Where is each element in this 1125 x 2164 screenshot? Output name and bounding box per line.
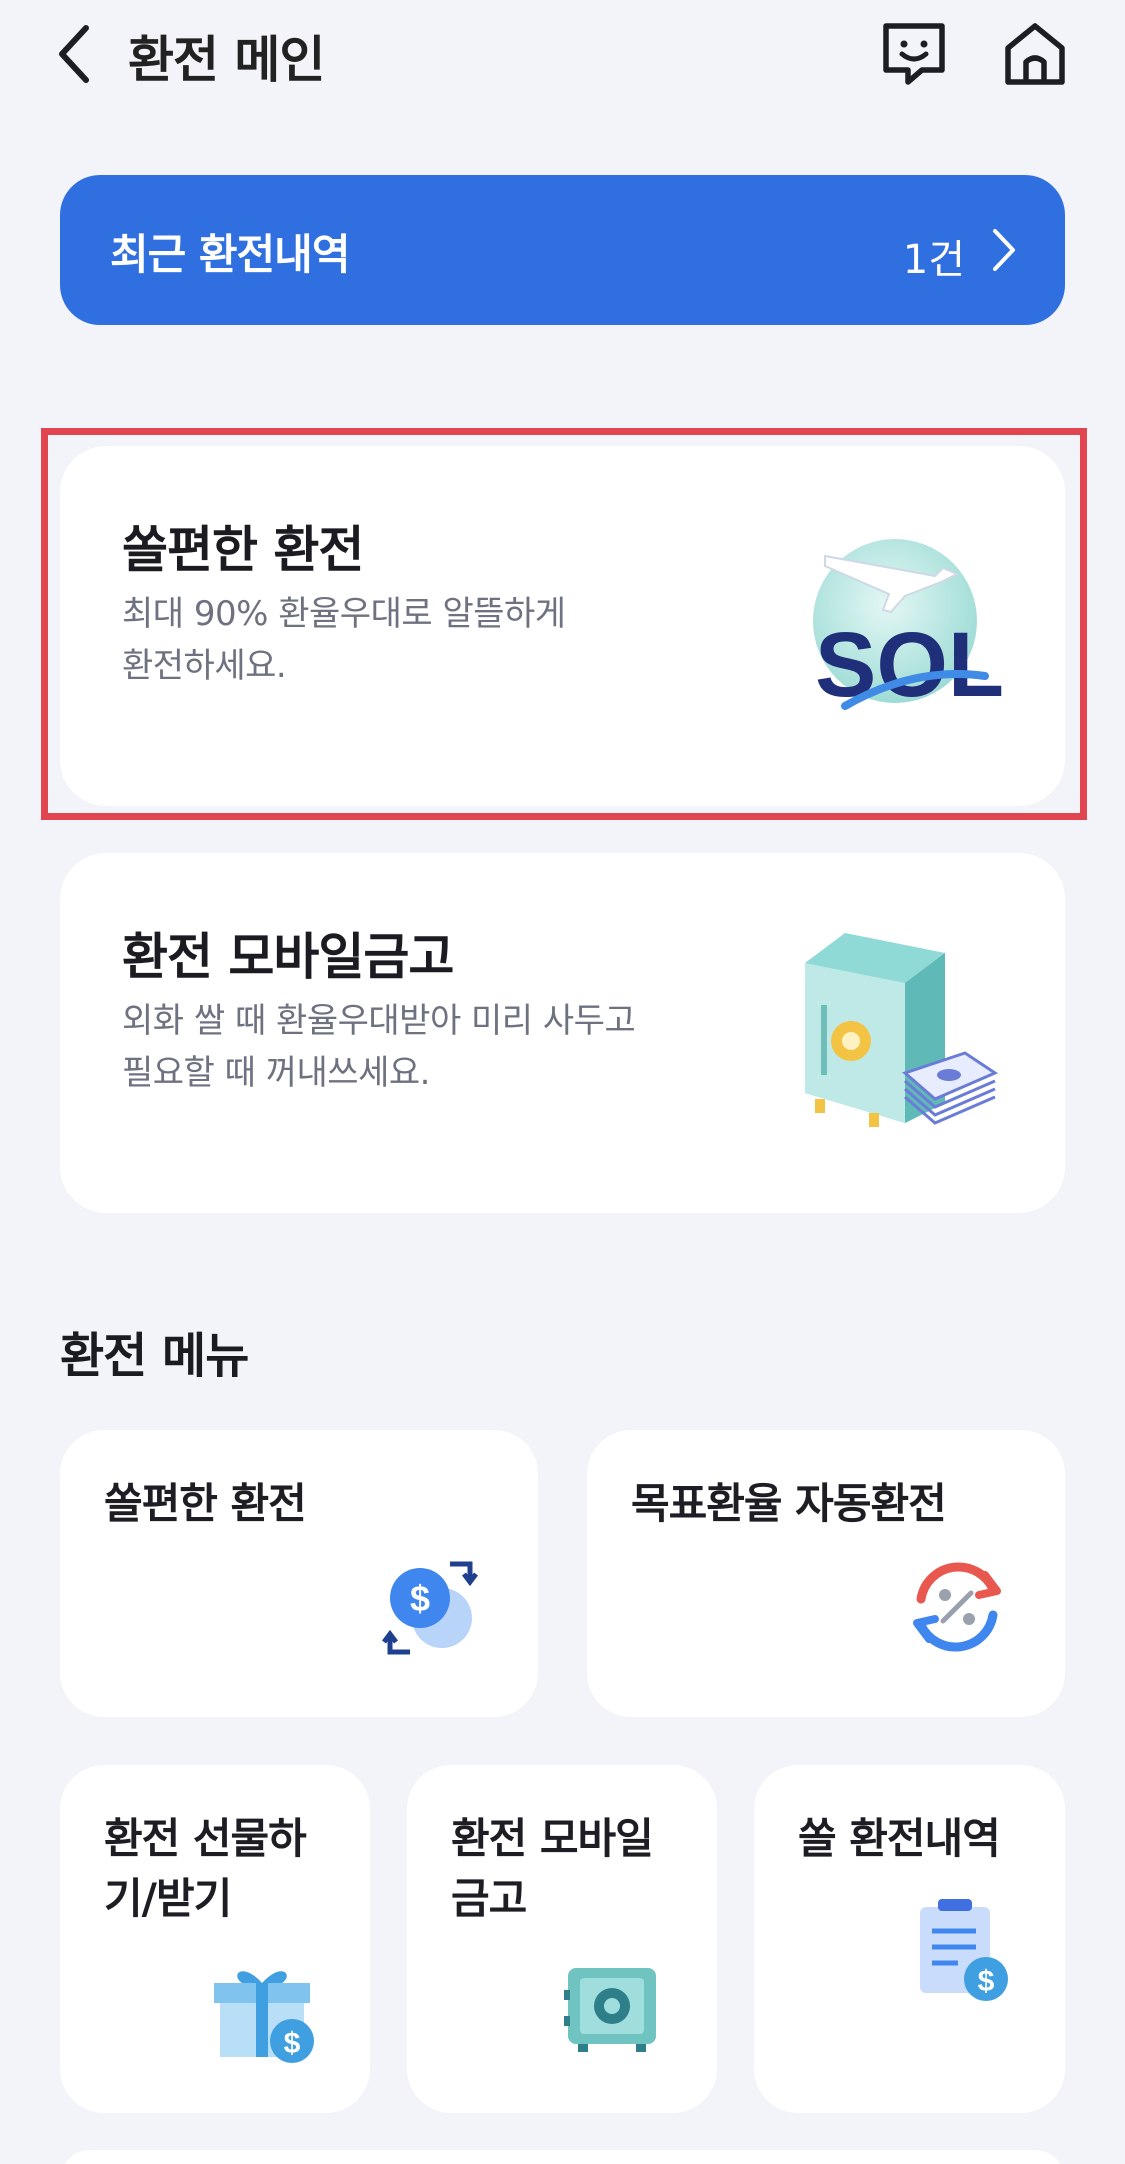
card-desc-line: 필요할 때 꺼내쓰세요. [122, 1053, 430, 1093]
chat-icon [883, 23, 945, 85]
svg-text:$: $ [410, 1578, 430, 1619]
chat-button[interactable] [878, 18, 950, 90]
home-button[interactable] [1000, 18, 1070, 90]
header: 환전 메인 [0, 0, 1125, 110]
recent-exchange-count: 1건 [902, 237, 965, 283]
svg-text:$: $ [978, 1965, 995, 1998]
tile-label: 쏠 환전내역 [798, 1809, 1058, 1869]
mobile-safe-card[interactable]: 환전 모바일금고 외화 쌀 때 환율우대받아 미리 사두고 필요할 때 꺼내쓰세… [60, 853, 1065, 1213]
tile-label: 목표환율 자동환전 [631, 1474, 947, 1534]
card-desc-line: 외화 쌀 때 환율우대받아 미리 사두고 [122, 1001, 636, 1041]
percent-refresh-icon [913, 1562, 1001, 1652]
tile-label-line: 쏠 환전내역 [798, 1814, 1001, 1863]
card-title: 쏠편한 환전 [122, 521, 364, 579]
tile-label: 환전 모바일 금고 [451, 1809, 691, 1929]
card-description: 최대 90% 환율우대로 알뜰하게 환전하세요. [122, 588, 742, 692]
menu-mobile-safe[interactable]: 환전 모바일 금고 [407, 1765, 717, 2113]
receipt-icon: $ [920, 1899, 1008, 2001]
gift-icon: $ [214, 1971, 314, 2063]
menu-sol-exchange-history[interactable]: 쏠 환전내역 $ [754, 1765, 1065, 2113]
tile-label: 환전 선물하 기/받기 [104, 1809, 344, 1929]
sol-exchange-card[interactable]: 쏠편한 환전 최대 90% 환율우대로 알뜰하게 환전하세요. SOL [60, 446, 1065, 806]
card-title: 환전 모바일금고 [122, 928, 454, 986]
chevron-right-icon [993, 229, 1015, 271]
safe-small-icon [564, 1968, 656, 2052]
sol-logo-text: SOL [815, 614, 1004, 716]
tile-label-line: 환전 모바일 [451, 1814, 654, 1863]
menu-gift-exchange[interactable]: 환전 선물하 기/받기 $ [60, 1765, 370, 2113]
recent-exchange-label: 최근 환전내역 [110, 230, 350, 279]
menu-target-rate-auto-exchange[interactable]: 목표환율 자동환전 [587, 1430, 1065, 1717]
page: 환전 메인 최근 환전내역 1건 쏠편한 환전 최대 90% 환율우대로 알뜰하… [0, 0, 1125, 2164]
tile-label-line: 목표환율 자동환전 [631, 1479, 947, 1528]
section-title: 환전 메뉴 [60, 1328, 249, 1384]
safe-icon [805, 933, 999, 1127]
tile-label-line: 환전 선물하 [104, 1814, 307, 1863]
recent-exchange-banner[interactable]: 최근 환전내역 1건 [60, 175, 1065, 325]
svg-text:$: $ [284, 2027, 301, 2060]
tile-label-line: 기/받기 [104, 1874, 232, 1923]
home-icon [1005, 23, 1065, 85]
tile-label-line: 쏠편한 환전 [104, 1479, 307, 1528]
back-icon [59, 25, 89, 83]
menu-sol-exchange[interactable]: 쏠편한 환전 $ [60, 1430, 538, 1717]
tile-label: 쏠편한 환전 [104, 1474, 307, 1534]
page-title: 환전 메인 [128, 31, 325, 89]
back-button[interactable] [52, 22, 102, 86]
exchange-dollar-icon: $ [382, 1561, 478, 1655]
sol-globe-icon: SOL [813, 539, 1004, 716]
card-desc-line: 최대 90% 환율우대로 알뜰하게 [122, 594, 566, 634]
card-desc-line: 환전하세요. [122, 646, 287, 686]
next-tile-peek [60, 2150, 1065, 2164]
tile-label-line: 금고 [451, 1874, 527, 1923]
card-description: 외화 쌀 때 환율우대받아 미리 사두고 필요할 때 꺼내쓰세요. [122, 995, 742, 1099]
